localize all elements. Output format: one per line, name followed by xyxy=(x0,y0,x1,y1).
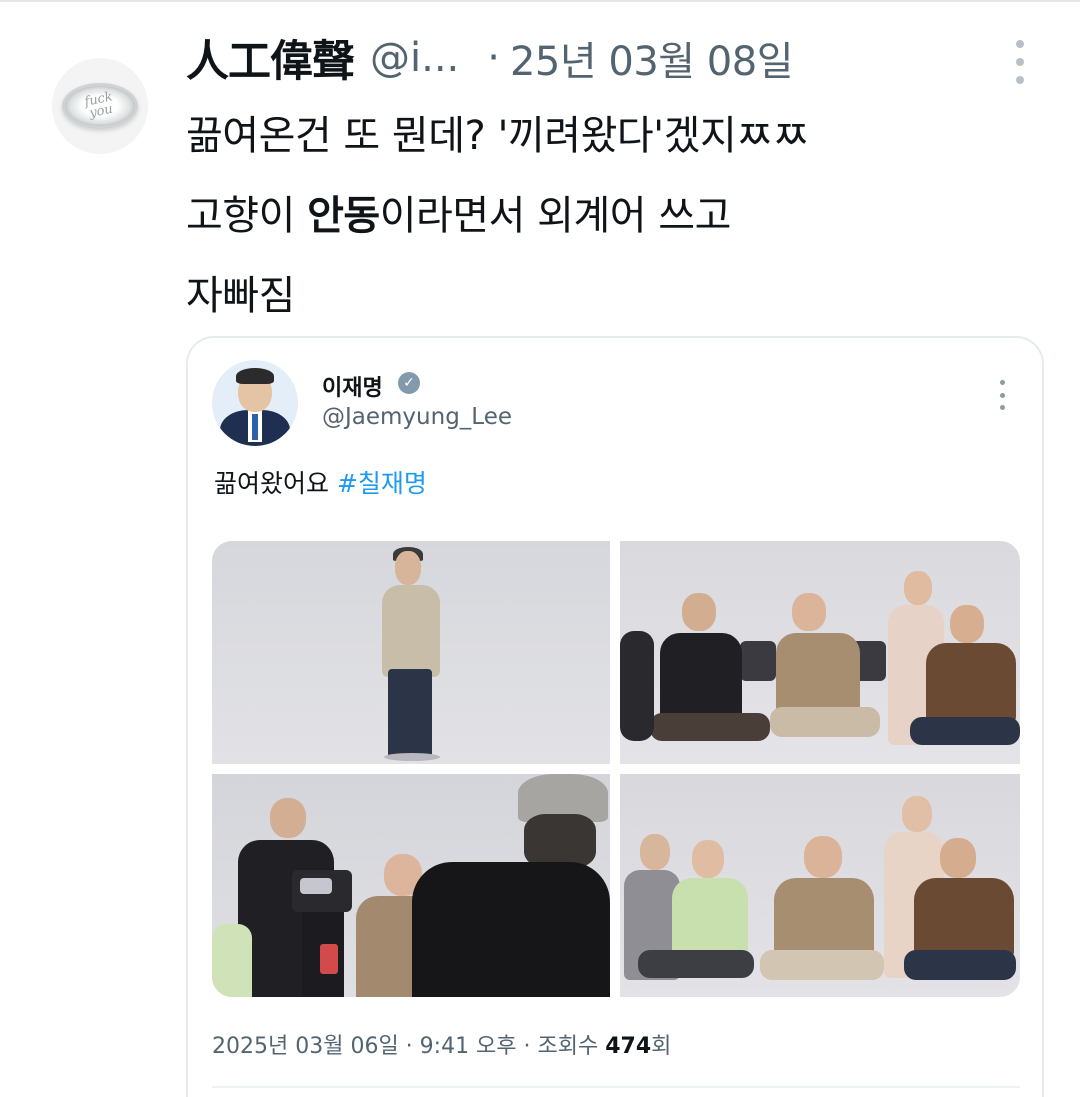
ring-image: fuck you xyxy=(62,83,138,129)
person-legs xyxy=(910,717,1020,745)
person-head xyxy=(524,814,596,868)
quoted-tweet-text: 끎여왔어요 #칠재명 xyxy=(214,464,427,500)
tweet-header: 人工偉聲 @i... · 25년 03월 08일 xyxy=(186,26,794,90)
person-body xyxy=(212,924,252,997)
more-dot xyxy=(1000,380,1005,385)
more-dot xyxy=(1000,392,1005,398)
avatar-tie xyxy=(252,414,258,440)
top-divider xyxy=(0,0,1080,2)
more-dot xyxy=(1016,76,1024,84)
ring-engraving-line-2: you xyxy=(88,101,115,122)
person-body xyxy=(620,631,654,741)
person-legs xyxy=(760,950,884,980)
person-legs xyxy=(638,950,754,978)
person-sweater xyxy=(382,585,440,677)
person-head xyxy=(902,796,932,832)
tweet-text-line: 자빠짐 xyxy=(186,256,1046,336)
tweet-text-segment: 고향이 xyxy=(186,193,308,239)
person-pants xyxy=(388,669,432,759)
author-handle[interactable]: @i... xyxy=(370,35,459,81)
person-body xyxy=(660,633,742,723)
person-legs xyxy=(650,713,770,741)
quoted-author-avatar[interactable] xyxy=(212,360,298,446)
ring-engraving: fuck you xyxy=(62,79,139,133)
more-dot xyxy=(1016,58,1024,66)
more-vertical-icon[interactable] xyxy=(1012,40,1028,84)
person-body xyxy=(774,878,874,958)
more-dot xyxy=(1016,40,1024,48)
quoted-tweet-meta: 2025년 03월 06일 · 9:41 오후 · 조회수 474회 xyxy=(212,1028,671,1060)
quoted-more-vertical-icon[interactable] xyxy=(1000,380,1006,410)
photo-grid xyxy=(212,541,1020,997)
tweet-text-line: 끎여온건 또 뭔데? '끼려왔다'겠지ㅉㅉ xyxy=(186,96,1046,176)
quoted-text-body: 끎여왔어요 xyxy=(214,469,330,498)
author-avatar[interactable]: fuck you xyxy=(52,58,148,154)
quoted-author-name[interactable]: 이재명 xyxy=(322,370,383,402)
tweet-text-segment: 끎여온건 또 뭔데? '끼려왔다'겠지ㅉㅉ xyxy=(186,113,809,159)
person-head xyxy=(395,551,421,585)
person-head xyxy=(940,838,976,878)
author-display-name[interactable]: 人工偉聲 xyxy=(186,27,355,89)
photo-2[interactable] xyxy=(620,541,1020,764)
quoted-tweet-card[interactable]: 이재명 ✓ @Jaemyung_Lee 끎여왔어요 #칠재명 2025년 03월… xyxy=(186,336,1044,1097)
camera-light xyxy=(300,878,332,894)
person-head xyxy=(640,834,670,870)
person-shadow xyxy=(384,753,440,761)
tweet-text-line: 고향이 안동이라면서 외계어 쓰고 xyxy=(186,176,1046,256)
photo-3[interactable] xyxy=(212,774,610,997)
photo-4[interactable] xyxy=(620,774,1020,997)
hashtag-link[interactable]: #칠재명 xyxy=(337,469,427,498)
tweet-date[interactable]: 25년 03월 08일 xyxy=(510,29,794,87)
tweet-text-segment: 이라면서 외계어 쓰고 xyxy=(379,193,732,239)
quoted-timestamp[interactable]: 2025년 03월 06일 · 9:41 오후 · 조회수 xyxy=(212,1034,605,1059)
person-body xyxy=(412,862,610,997)
person-head xyxy=(804,836,842,878)
camera-light-red xyxy=(320,944,338,974)
person-legs xyxy=(770,707,880,737)
person-legs xyxy=(904,950,1016,980)
chair xyxy=(740,641,776,681)
quoted-author-handle[interactable]: @Jaemyung_Lee xyxy=(322,404,512,430)
view-count-suffix: 회 xyxy=(651,1034,672,1059)
header-separator: · xyxy=(487,35,500,81)
person-body xyxy=(672,878,748,958)
tweet-text-bold-segment: 안동 xyxy=(307,193,380,239)
avatar-hair xyxy=(236,368,274,384)
photo-1[interactable] xyxy=(212,541,610,764)
quoted-divider xyxy=(212,1086,1020,1088)
person-head xyxy=(682,593,716,631)
person-head xyxy=(692,840,724,878)
person-body xyxy=(776,633,860,715)
person-body xyxy=(926,643,1016,723)
tweet-text: 끎여온건 또 뭔데? '끼려왔다'겠지ㅉㅉ 고향이 안동이라면서 외계어 쓰고 … xyxy=(186,96,1046,336)
person-body xyxy=(914,878,1014,958)
person-head xyxy=(270,798,306,838)
person-head xyxy=(792,593,826,631)
more-dot xyxy=(1000,405,1005,410)
tweet-text-segment: 자빠짐 xyxy=(186,273,295,319)
person-head xyxy=(950,605,984,643)
view-count: 474 xyxy=(605,1034,652,1059)
person-head xyxy=(904,571,932,605)
verified-badge-icon: ✓ xyxy=(398,372,420,394)
